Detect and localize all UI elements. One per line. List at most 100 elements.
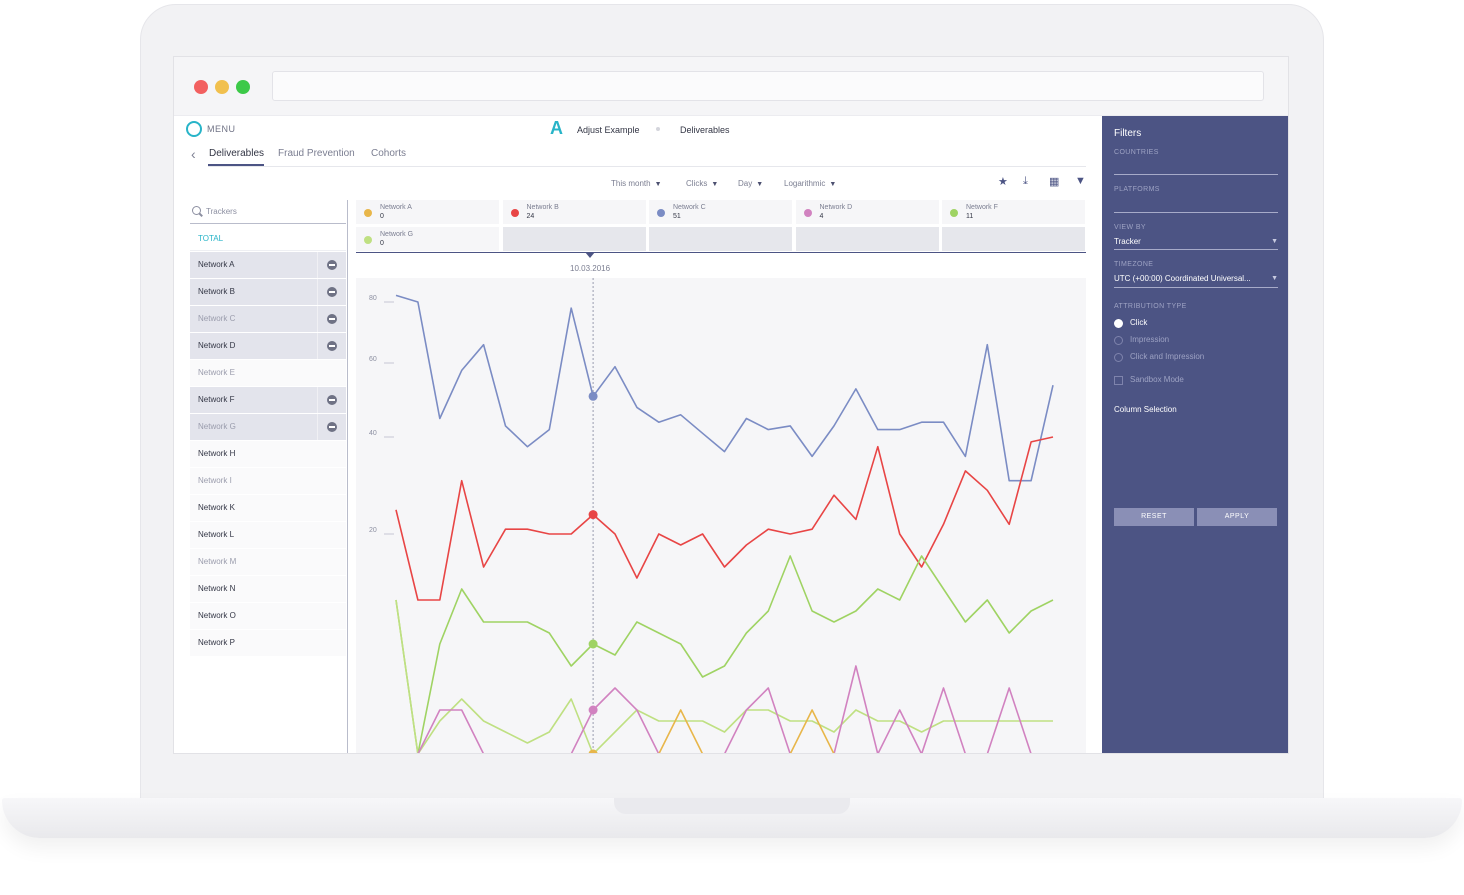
tracker-row[interactable]: Network O (190, 603, 346, 630)
screen: MENU A Adjust Example Deliverables ‹ Del… (173, 56, 1289, 754)
tracker-row[interactable]: Network K (190, 495, 346, 522)
tracker-name: Network K (198, 503, 235, 512)
remove-tracker-icon[interactable] (317, 279, 346, 305)
legend-item[interactable]: Network A 0 (356, 200, 501, 226)
metric-value: Clicks (686, 179, 708, 188)
tab-fraud-prevention[interactable]: Fraud Prevention (278, 148, 355, 159)
legend-value: 11 (966, 213, 974, 220)
apply-button[interactable]: APPLY (1197, 508, 1277, 526)
countries-label: COUNTRIES (1114, 149, 1159, 156)
legend-item[interactable]: Network G 0 (356, 227, 501, 253)
radio-impression[interactable]: Impression (1114, 335, 1169, 345)
scale-value: Logarithmic (784, 179, 826, 188)
hover-date-label: 10.03.2016 (570, 264, 611, 273)
tracker-name: Network P (198, 638, 235, 647)
tracker-name: Network I (198, 476, 232, 485)
granularity-dropdown[interactable]: Day ▼ (738, 179, 763, 188)
tracker-row[interactable]: Network N (190, 576, 346, 603)
trackers-sidebar: TOTAL Network ANetwork BNetwork CNetwork… (190, 200, 346, 753)
remove-tracker-icon[interactable] (317, 306, 346, 332)
sandbox-mode-checkbox[interactable]: Sandbox Mode (1114, 375, 1184, 385)
minimize-window-button[interactable] (215, 80, 229, 94)
chevron-down-icon: ▼ (1271, 238, 1278, 245)
tracker-row[interactable]: Network I (190, 468, 346, 495)
tracker-row[interactable]: Network C (190, 306, 346, 333)
menu-icon[interactable] (186, 121, 202, 137)
breadcrumb[interactable]: Deliverables (680, 125, 730, 135)
column-selection-link[interactable]: Column Selection (1114, 405, 1177, 414)
tabs-divider (208, 166, 1086, 167)
tracker-row[interactable]: Network M (190, 549, 346, 576)
tracker-row[interactable]: Network F (190, 387, 346, 414)
laptop-notch (614, 798, 850, 814)
tracker-row[interactable]: Network P (190, 630, 346, 657)
table-icon[interactable]: ▦ (1049, 175, 1059, 188)
legend-item[interactable]: Network C 51 (649, 200, 794, 226)
y-tick-label: 40 (369, 430, 377, 437)
download-icon[interactable]: ⤓ (1023, 175, 1028, 188)
legend-item[interactable]: Network D 4 (795, 200, 941, 226)
tracker-name: Network F (198, 395, 235, 404)
app-main: MENU A Adjust Example Deliverables ‹ Del… (174, 116, 1102, 754)
legend-value: 0 (380, 213, 384, 220)
legend-name: Network B (526, 204, 559, 211)
menu-label[interactable]: MENU (207, 124, 236, 134)
timezone-label: TIMEZONE (1114, 261, 1154, 268)
series-line (395, 599, 1053, 753)
tracker-row[interactable]: Network A (190, 252, 346, 279)
period-dropdown[interactable]: This month ▼ (611, 179, 662, 188)
tracker-name: Network B (198, 287, 235, 296)
tracker-row[interactable]: Network E (190, 360, 346, 387)
back-chevron-icon[interactable]: ‹ (191, 146, 196, 162)
maximize-window-button[interactable] (236, 80, 250, 94)
legend-color-dot-icon (364, 236, 372, 244)
tracker-row[interactable]: Network D (190, 333, 346, 360)
view-by-select[interactable]: Tracker ▼ (1114, 237, 1278, 246)
tracker-row[interactable]: Network H (190, 441, 346, 468)
timezone-underline (1114, 287, 1278, 288)
total-row[interactable]: TOTAL (190, 226, 346, 251)
y-tick-label: 80 (369, 295, 377, 302)
tab-cohorts[interactable]: Cohorts (371, 148, 406, 159)
legend-item[interactable]: Network B 24 (502, 200, 648, 226)
legend-name: Network A (380, 204, 412, 211)
app-name[interactable]: Adjust Example (577, 125, 640, 135)
metric-dropdown[interactable]: Clicks ▼ (686, 179, 718, 188)
timezone-select[interactable]: UTC (+00:00) Coordinated Universal... ▼ (1114, 274, 1278, 283)
remove-tracker-icon[interactable] (317, 414, 346, 440)
address-bar[interactable] (272, 71, 1264, 101)
star-settings-icon[interactable]: ★ (998, 175, 1008, 188)
tab-deliverables[interactable]: Deliverables (209, 148, 264, 159)
remove-tracker-icon[interactable] (317, 387, 346, 413)
separator-dot (656, 127, 660, 131)
tracker-row[interactable]: Network B (190, 279, 346, 306)
tracker-row[interactable]: Network G (190, 414, 346, 441)
browser-chrome (174, 57, 1288, 116)
chevron-down-icon: ▼ (756, 181, 764, 188)
legend-color-dot-icon (803, 209, 812, 217)
scale-dropdown[interactable]: Logarithmic ▼ (784, 179, 836, 188)
tracker-name: Network H (198, 449, 236, 458)
filters-title: Filters (1114, 128, 1142, 139)
legend-item[interactable]: Network F 11 (942, 200, 1087, 226)
remove-tracker-icon[interactable] (317, 252, 346, 278)
tracker-name: Network N (198, 584, 236, 593)
reset-button[interactable]: RESET (1114, 508, 1194, 526)
y-tick-label: 20 (369, 527, 377, 534)
platforms-field[interactable] (1114, 212, 1278, 213)
filter-icon[interactable]: ▼ (1075, 175, 1086, 187)
tracker-name: Network G (198, 422, 236, 431)
countries-field[interactable] (1114, 174, 1278, 175)
line-chart[interactable] (356, 278, 1086, 754)
legend-value: 24 (526, 213, 535, 220)
remove-tracker-icon[interactable] (317, 333, 346, 359)
legend-name: Network G (380, 231, 414, 238)
tracker-row[interactable]: Network L (190, 522, 346, 549)
legend-empty-cell (502, 227, 648, 253)
legend-color-dot-icon (510, 209, 519, 217)
trackers-search-input[interactable] (190, 200, 346, 224)
close-window-button[interactable] (194, 80, 208, 94)
radio-click-and-impression[interactable]: Click and Impression (1114, 352, 1204, 362)
radio-click[interactable]: Click (1114, 318, 1147, 328)
legend-color-dot-icon (364, 209, 372, 217)
